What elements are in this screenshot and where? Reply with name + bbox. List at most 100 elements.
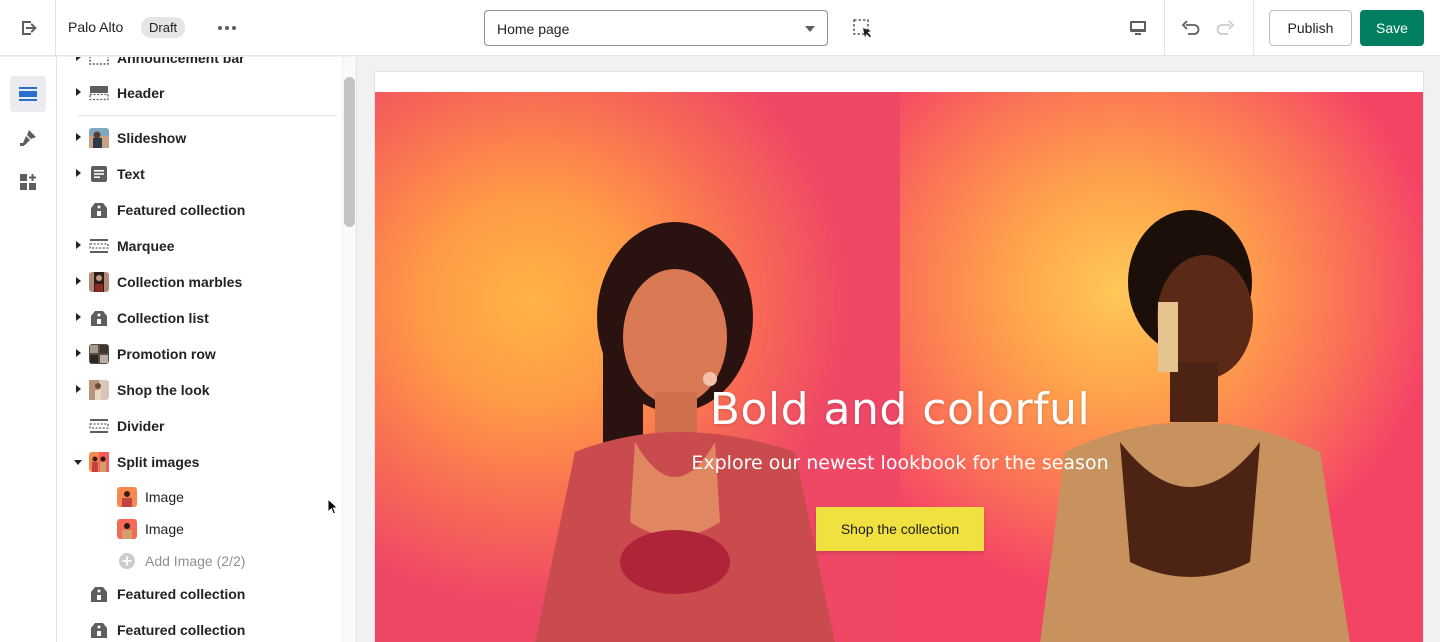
section-slideshow[interactable]: Slideshow [57,121,342,155]
section-label: Promotion row [117,346,216,362]
expand-arrow-icon[interactable] [76,57,81,61]
rail-apps-button[interactable] [10,164,46,200]
expand-arrow-icon[interactable] [76,277,81,285]
section-divider[interactable]: Divider [57,409,342,443]
sections-icon [19,87,37,101]
marquee-icon [89,239,109,253]
section-announcement-bar[interactable]: Announcement bar [57,57,342,75]
divider-icon [89,419,109,433]
section-marquee[interactable]: Marquee [57,229,342,263]
split-image-left [375,92,900,642]
section-label: Collection list [117,310,209,326]
slideshow-thumbnail-icon [89,128,109,148]
model-left-illustration [535,222,835,642]
add-image-block-button[interactable]: Add Image (2/2) [57,544,342,576]
split-image-right [900,92,1423,642]
undo-icon [1181,20,1200,35]
status-badge: Draft [141,17,186,38]
add-block-label: Add Image (2/2) [145,553,246,569]
hero-heading: Bold and colorful [709,384,1091,435]
section-shop-the-look[interactable]: Shop the look [57,373,342,407]
page-selector[interactable]: Home page [484,10,828,46]
promotion-thumbnail-icon [89,344,109,364]
section-split-images[interactable]: Split images [57,445,342,479]
hero-subheading: Explore our newest lookbook for the seas… [691,452,1109,474]
expand-arrow-icon[interactable] [76,313,81,321]
block-label: Image [145,489,184,505]
apps-icon [20,174,36,190]
section-featured-collection[interactable]: Featured collection [57,193,342,227]
announcement-icon [89,57,109,65]
section-featured-collection[interactable]: Featured collection [57,577,342,611]
exit-icon [21,21,37,35]
collapse-arrow-icon[interactable] [74,460,82,465]
section-label: Text [117,166,145,182]
editor-rail [0,57,57,642]
mouse-pointer-icon [327,498,339,515]
section-label: Announcement bar [117,57,245,66]
toolbar-divider [1164,0,1165,56]
split-images-section[interactable]: Bold and colorful Explore our newest loo… [375,92,1423,642]
collection-tag-icon [91,311,107,326]
image-block-thumbnail-icon [117,519,137,539]
redo-button[interactable] [1212,14,1240,42]
paintbrush-icon [20,130,36,146]
block-image[interactable]: Image [57,512,342,544]
exit-editor-button[interactable] [0,0,56,56]
desktop-preview-button[interactable] [1124,14,1152,42]
expand-arrow-icon[interactable] [76,349,81,357]
expand-arrow-icon[interactable] [76,385,81,393]
section-text[interactable]: Text [57,157,342,191]
select-pointer-icon [853,19,871,38]
block-label: Image [145,521,184,537]
inspector-button[interactable] [850,16,876,42]
redo-icon [1216,20,1235,35]
ellipsis-icon [218,26,236,30]
toolbar-divider [1253,0,1254,56]
expand-arrow-icon[interactable] [76,133,81,141]
more-actions-button[interactable] [214,16,240,40]
storefront-preview: Bold and colorful Explore our newest loo… [358,57,1440,642]
store-name: Palo Alto [68,19,124,35]
text-icon [91,166,107,182]
section-label: Shop the look [117,382,210,398]
section-label: Divider [117,418,165,434]
section-collection-list[interactable]: Collection list [57,301,342,335]
section-label: Featured collection [117,622,246,638]
block-image[interactable]: Image [57,480,342,512]
rail-theme-settings-button[interactable] [10,120,46,156]
save-button[interactable]: Save [1360,10,1424,46]
shop-the-look-thumbnail-icon [89,380,109,400]
collection-tag-icon [91,623,107,638]
collection-tag-icon [91,203,107,218]
header-icon [89,86,109,101]
top-bar: Palo Alto Draft Home page Publish Save [0,0,1440,56]
sidebar-scrollbar-thumb[interactable] [344,77,355,227]
section-label: Featured collection [117,586,246,602]
section-label: Split images [117,454,200,470]
marbles-thumbnail-icon [89,272,109,292]
split-images-thumbnail-icon [89,452,109,472]
section-label: Featured collection [117,202,246,218]
expand-arrow-icon[interactable] [76,241,81,249]
section-label: Slideshow [117,130,187,146]
shop-collection-button[interactable]: Shop the collection [816,507,984,551]
rail-sections-button[interactable] [10,76,46,112]
undo-button[interactable] [1176,14,1204,42]
desktop-icon [1130,21,1146,35]
plus-circle-icon [119,553,135,569]
image-block-thumbnail-icon [117,487,137,507]
section-featured-collection[interactable]: Featured collection [57,613,342,642]
expand-arrow-icon[interactable] [76,169,81,177]
header-divider [77,115,337,116]
caret-down-icon [805,26,815,32]
page-selector-value: Home page [497,21,570,37]
section-collection-marbles[interactable]: Collection marbles [57,265,342,299]
publish-button[interactable]: Publish [1269,10,1352,46]
section-promotion-row[interactable]: Promotion row [57,337,342,371]
sections-sidebar: Announcement bar Header Slideshow Text F… [57,57,357,642]
model-right-illustration [1040,210,1350,642]
expand-arrow-icon[interactable] [76,88,81,96]
section-header[interactable]: Header [57,76,342,110]
section-label: Collection marbles [117,274,243,290]
